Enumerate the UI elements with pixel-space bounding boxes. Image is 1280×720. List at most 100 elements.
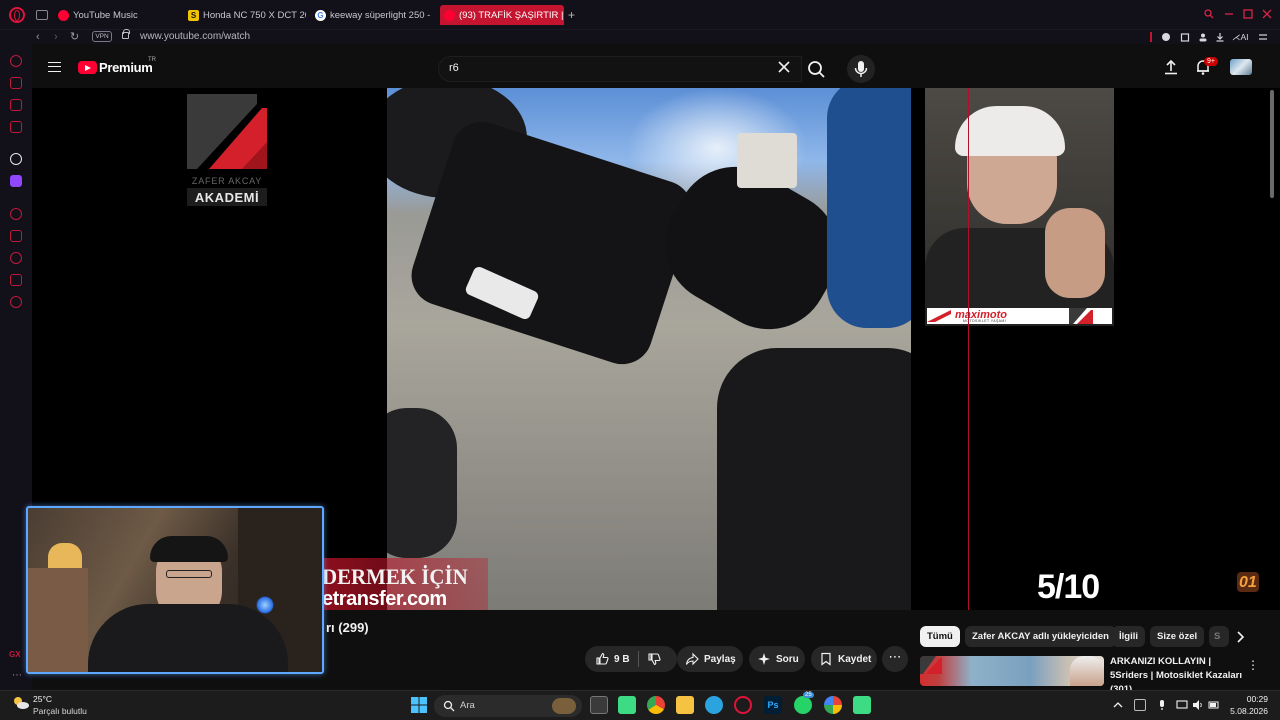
tab-active-video[interactable]: (93) TRAFİK ŞAŞIRTIR | 5S [440, 5, 564, 25]
reload-icon[interactable]: ↻ [70, 30, 79, 44]
academy-label: AKADEMİ [194, 190, 260, 205]
clip-counter: 5/10 [1037, 568, 1100, 606]
lock-icon[interactable] [122, 29, 130, 39]
search-query[interactable]: r6 [449, 62, 459, 74]
whatsapp-icon[interactable]: 25 [794, 692, 814, 714]
dislike-thumb-icon[interactable] [647, 652, 661, 666]
maximize-icon[interactable] [1243, 9, 1253, 19]
sidebar-more-icon[interactable]: ⋯ [12, 670, 22, 681]
gx-control-icon[interactable] [10, 55, 22, 67]
bookmark-icon[interactable] [819, 652, 833, 666]
whatsapp-badge: 25 [803, 692, 814, 698]
streamer-shirt-shape [88, 604, 288, 672]
youtube-logo-icon[interactable] [78, 61, 97, 74]
left-glove-shape [387, 408, 457, 558]
vpn-badge[interactable]: VPN [92, 31, 112, 42]
photoshop-icon[interactable]: Ps [764, 696, 782, 714]
like-dislike-group[interactable]: 9 B [585, 646, 677, 672]
weather-description[interactable]: Parçalı bulutlu [33, 706, 87, 716]
chatgpt-icon[interactable] [10, 153, 22, 165]
aria-ai-button[interactable]: ⋌AI [1232, 30, 1249, 44]
share-button[interactable]: Paylaş [677, 646, 743, 672]
room-wall-shape [28, 568, 88, 672]
like-thumb-icon[interactable] [595, 652, 609, 666]
player-icon[interactable] [10, 208, 22, 220]
pinboard-icon[interactable] [10, 230, 22, 242]
youtube-premium-brand[interactable]: Premium [99, 60, 153, 75]
chrome-icon[interactable] [647, 696, 665, 714]
ask-button[interactable]: Soru [749, 646, 805, 672]
download-icon[interactable] [1215, 32, 1225, 42]
chip-related[interactable]: İlgili [1112, 626, 1145, 647]
notes-app-icon[interactable] [618, 696, 636, 714]
windows-start-icon[interactable] [410, 696, 428, 714]
tray-app-icon[interactable] [1134, 699, 1146, 711]
battery-icon[interactable] [1208, 699, 1220, 711]
new-tab-button[interactable]: + [568, 6, 580, 24]
recommendation-menu-icon[interactable]: ⋮ [1247, 658, 1259, 672]
volume-icon[interactable] [1192, 699, 1204, 711]
telegram-icon[interactable] [705, 696, 723, 714]
streamer-webcam [26, 506, 324, 674]
maximoto-swoosh-icon [927, 310, 951, 322]
tab-honda-nc750[interactable]: S Honda NC 750 X DCT 2024 [188, 6, 306, 24]
more-actions-button[interactable]: ⋯ [882, 646, 908, 672]
save-button[interactable]: Kaydet [811, 646, 877, 672]
easy-setup-icon[interactable] [1258, 32, 1268, 42]
clear-search-icon[interactable] [777, 60, 791, 74]
chip-all[interactable]: Tümü [920, 626, 960, 647]
microphone-tray-icon[interactable] [1156, 699, 1168, 711]
network-icon[interactable] [1176, 699, 1188, 711]
search-icon[interactable] [802, 56, 832, 82]
extensions-icon[interactable] [1180, 32, 1190, 42]
forward-icon[interactable]: › [54, 30, 58, 44]
chip-for-you[interactable]: Size özel [1150, 626, 1205, 647]
tab-youtube-music[interactable]: YouTube Music [58, 6, 176, 24]
show-hidden-icons-chevron-icon[interactable] [1112, 699, 1124, 711]
file-explorer-icon[interactable] [676, 696, 694, 714]
task-view-icon[interactable] [590, 696, 608, 714]
weather-temperature[interactable]: 25°C [33, 694, 52, 704]
chrome-profile-icon[interactable] [824, 696, 842, 714]
taskbar-search-box[interactable]: Ara [434, 695, 582, 717]
partly-cloudy-icon[interactable] [12, 696, 30, 710]
avatar[interactable] [1230, 59, 1252, 75]
instagram-icon[interactable] [10, 121, 22, 133]
sparkle-icon[interactable] [757, 652, 771, 666]
page-scrollbar[interactable] [1270, 90, 1274, 198]
tab-islands-icon[interactable] [36, 10, 48, 20]
main-video-frame[interactable] [387, 88, 911, 610]
upload-icon[interactable] [1162, 58, 1180, 76]
search-tabs-icon[interactable] [1204, 9, 1214, 19]
chip-from-uploader[interactable]: Zafer AKCAY adlı yükleyiciden [965, 626, 1116, 647]
twitch-icon[interactable] [10, 175, 22, 187]
messenger-icon[interactable] [10, 99, 22, 111]
opera-gx-logo-icon[interactable] [9, 7, 25, 23]
menu-icon[interactable] [48, 62, 61, 72]
minimize-icon[interactable] [1224, 9, 1234, 19]
url-field[interactable]: www.youtube.com/watch [140, 30, 250, 44]
account-icon[interactable] [1198, 32, 1208, 42]
tab-keeway-search[interactable]: G keeway süperlight 250 - G [315, 6, 433, 24]
share-arrow-icon[interactable] [685, 652, 699, 666]
chip-more[interactable]: S [1209, 626, 1229, 647]
history-icon[interactable] [10, 252, 22, 264]
chevron-right-icon[interactable] [1233, 630, 1247, 644]
gx-label-icon[interactable]: GX [9, 650, 21, 659]
gx-corner-icon[interactable] [10, 77, 22, 89]
android-app-icon[interactable] [853, 696, 871, 714]
corner-logo-text: 01 [1239, 574, 1257, 591]
voice-search-icon[interactable] [847, 55, 875, 83]
shield-icon[interactable] [1161, 32, 1171, 42]
region-code: TR [148, 57, 156, 63]
opera-gx-taskbar-icon[interactable] [734, 696, 752, 714]
settings-gear-icon[interactable] [10, 296, 22, 308]
back-icon[interactable]: ‹ [36, 30, 40, 44]
extensions-sidebar-icon[interactable] [10, 274, 22, 286]
search-input[interactable]: r6 [438, 56, 802, 82]
taskbar-clock[interactable]: 00:29 [1228, 694, 1268, 704]
taskbar-date[interactable]: 5.08.2026 [1222, 706, 1268, 716]
youtube-masthead: Premium TR r6 9+ [32, 44, 1280, 88]
close-window-icon[interactable] [1262, 9, 1272, 19]
recommendation-thumbnail[interactable] [920, 656, 1104, 686]
